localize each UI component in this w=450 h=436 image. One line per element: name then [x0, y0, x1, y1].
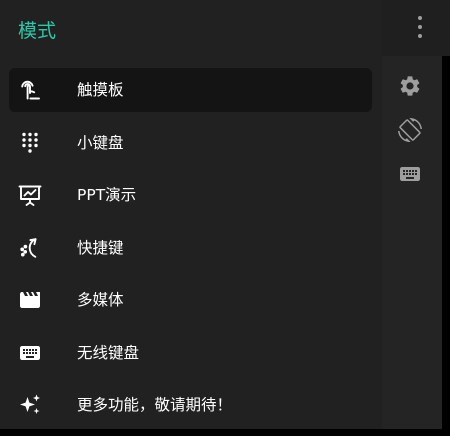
menu-item-label: 小键盘 — [77, 133, 124, 152]
app-side-toolbar — [382, 56, 442, 429]
menu-item-shortcut[interactable]: 快捷键 — [9, 226, 372, 270]
menu-item-more-features[interactable]: 更多功能，敬请期待！ — [9, 383, 372, 427]
drawer-title: 模式 — [18, 20, 57, 42]
navigation-drawer: 模式 触摸板 小键盘 PPT演示 快捷键 多媒体 无线键盘 更多功能，敬请期待！ — [0, 0, 382, 429]
media-clapperboard-icon — [18, 288, 42, 312]
menu-item-touchpad[interactable]: 触摸板 — [9, 68, 372, 112]
keyboard-icon[interactable] — [398, 162, 422, 186]
menu-item-dialpad[interactable]: 小键盘 — [9, 121, 372, 165]
menu-item-ppt[interactable]: PPT演示 — [9, 173, 372, 217]
gear-icon[interactable] — [398, 74, 422, 98]
presentation-icon — [18, 183, 42, 207]
shortcut-gesture-icon — [18, 236, 42, 260]
mode-menu: 触摸板 小键盘 PPT演示 快捷键 多媒体 无线键盘 更多功能，敬请期待！ — [9, 68, 372, 436]
menu-item-label: 无线键盘 — [77, 343, 140, 362]
more-vert-icon[interactable] — [410, 14, 430, 40]
menu-item-label: 多媒体 — [77, 291, 124, 309]
menu-item-label: 触摸板 — [77, 81, 124, 99]
menu-item-label: PPT演示 — [77, 186, 137, 204]
menu-item-multimedia[interactable]: 多媒体 — [9, 278, 372, 322]
app-toolbar — [382, 0, 450, 56]
menu-item-label: 快捷键 — [77, 238, 124, 257]
menu-item-wireless-keyboard[interactable]: 无线键盘 — [9, 331, 372, 375]
keyboard-icon — [18, 341, 42, 365]
sparkle-icon — [18, 393, 42, 417]
screen-rotation-icon[interactable] — [398, 118, 422, 142]
touch-gesture-icon — [18, 78, 42, 102]
dialpad-icon — [18, 131, 42, 155]
app-background — [382, 0, 450, 429]
menu-item-label: 更多功能，敬请期待！ — [77, 396, 233, 414]
